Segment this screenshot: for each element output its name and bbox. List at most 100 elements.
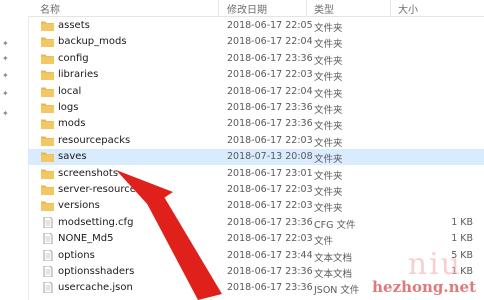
file-icon (41, 266, 54, 277)
file-name: local (58, 85, 82, 97)
file-type: 文件夹 (314, 203, 343, 215)
watermark-text: hezhong.net (372, 278, 476, 296)
file-name: usercache.json (58, 282, 133, 294)
pin-icon[interactable]: ✦ (2, 72, 10, 80)
folder-row[interactable]: assets 2018-06-17 22:05 文件夹 (28, 18, 484, 34)
folder-row[interactable]: versions 2018-06-17 22:03 文件夹 (28, 198, 484, 214)
folder-row[interactable]: libraries 2018-06-17 22:03 文件夹 (28, 67, 484, 83)
file-name: libraries (58, 69, 99, 81)
file-type: 文件夹 (314, 105, 343, 116)
navigation-pane: ✦ ✦ ✦ ✦ ✦ (0, 0, 29, 300)
watermark-logo: niu (407, 247, 462, 282)
file-icon (41, 216, 54, 228)
file-type: 文件夹 (314, 187, 343, 198)
file-icon (41, 282, 54, 294)
folder-icon (41, 151, 54, 163)
folder-row[interactable]: local 2018-06-17 22:04 文件夹 (28, 84, 484, 100)
file-type: 文件夹 (314, 121, 343, 133)
file-name: NONE_Md5 (58, 233, 114, 245)
column-divider[interactable] (218, 0, 219, 16)
modified-date: 2018-06-17 22:03 (227, 69, 313, 81)
folder-row[interactable]: saves 2018-07-13 20:08 文件夹 (28, 149, 484, 166)
file-name: versions (58, 200, 100, 212)
file-name: config (58, 52, 89, 64)
file-size: 1 KB (451, 216, 473, 228)
folder-row[interactable]: mods 2018-06-17 23:36 文件夹 (28, 116, 484, 132)
folder-icon (41, 53, 54, 64)
pin-icon[interactable]: ✦ (2, 55, 10, 63)
modified-date: 2018-06-17 22:03 (227, 134, 313, 146)
file-type: 文本文档 (314, 269, 353, 280)
folder-icon (41, 69, 54, 81)
file-type: CFG 文件 (314, 219, 356, 231)
modified-date: 2018-06-17 23:01 (227, 167, 313, 179)
column-header-type[interactable]: 类型 (314, 1, 334, 16)
file-type: 文件夹 (314, 39, 343, 51)
modified-date: 2018-06-17 22:04 (227, 85, 313, 97)
folder-icon (41, 184, 54, 195)
file-name: options (58, 249, 95, 261)
file-type: 文件夹 (314, 55, 343, 67)
folder-icon (41, 135, 54, 146)
file-row[interactable]: NONE_Md5 2018-06-17 22:03 文件 1 KB (28, 231, 484, 247)
file-type: JSON 文件 (314, 285, 360, 297)
folder-row[interactable]: resourcepacks 2018-06-17 22:03 文件夹 (28, 133, 484, 149)
file-name: backup_mods (58, 36, 127, 48)
file-row[interactable]: modsetting.cfg 2018-06-17 23:36 CFG 文件 1 KB (28, 215, 484, 231)
folder-icon (41, 20, 54, 31)
column-header-name[interactable]: 名称 (40, 1, 60, 16)
file-type: 文件夹 (314, 154, 343, 166)
file-type: 文件夹 (314, 137, 343, 149)
folder-icon (41, 86, 54, 97)
file-type: 文件夹 (314, 23, 343, 34)
modified-date: 2018-06-17 22:03 (227, 184, 313, 195)
modified-date: 2018-06-17 22:05 (227, 20, 313, 31)
folder-row[interactable]: backup_mods 2018-06-17 22:04 文件夹 (28, 34, 484, 50)
modified-date: 2018-06-17 23:36 (227, 102, 313, 113)
pin-icon[interactable]: ✦ (2, 90, 10, 98)
modified-date: 2018-06-17 23:36 (227, 282, 313, 294)
folder-row[interactable]: screenshots 2018-06-17 23:01 文件夹 (28, 166, 484, 182)
file-name: modsetting.cfg (58, 216, 134, 228)
column-divider[interactable] (306, 0, 307, 16)
modified-date: 2018-06-17 23:36 (227, 266, 313, 277)
modified-date: 2018-06-17 23:36 (227, 216, 313, 228)
column-header-date[interactable]: 修改日期 (227, 1, 267, 16)
modified-date: 2018-06-17 23:36 (227, 52, 313, 64)
file-size: 1 KB (451, 233, 473, 245)
folder-row[interactable]: server-resource 2018-06-17 22:03 文件夹 (28, 182, 484, 198)
folder-row[interactable]: config 2018-06-17 23:36 文件夹 (28, 51, 484, 67)
pin-icon[interactable]: ✦ (2, 110, 10, 118)
file-name: resourcepacks (58, 134, 131, 146)
file-type: 文件 (314, 236, 334, 248)
modified-date: 2018-06-17 22:03 (227, 233, 313, 245)
column-divider[interactable] (390, 0, 391, 16)
folder-icon (41, 200, 54, 212)
pin-icon[interactable]: ✦ (2, 40, 10, 48)
modified-date: 2018-06-17 22:03 (227, 200, 313, 212)
file-name: assets (58, 20, 90, 31)
file-icon (41, 233, 54, 245)
file-name: optionsshaders (58, 266, 135, 277)
folder-icon (41, 168, 54, 179)
file-type: 文件夹 (314, 88, 343, 100)
file-name: saves (58, 151, 87, 163)
column-header-size[interactable]: 大小 (398, 1, 418, 16)
folder-row[interactable]: logs 2018-06-17 23:36 文件夹 (28, 100, 484, 116)
file-name: mods (58, 118, 86, 130)
file-type: 文本文档 (314, 252, 353, 264)
modified-date: 2018-06-17 23:36 (227, 118, 313, 130)
file-type: 文件夹 (314, 170, 343, 182)
file-name: screenshots (58, 167, 119, 179)
file-type: 文件夹 (314, 72, 343, 84)
column-header: 名称 修改日期 类型 大小 (28, 0, 484, 17)
file-icon (41, 249, 54, 261)
modified-date: 2018-07-13 20:08 (227, 151, 313, 163)
folder-icon (41, 102, 54, 113)
modified-date: 2018-06-17 23:44 (227, 249, 313, 261)
folder-icon (41, 36, 54, 48)
folder-icon (41, 118, 54, 130)
file-name: server-resource (58, 184, 136, 195)
modified-date: 2018-06-17 22:04 (227, 36, 313, 48)
file-name: logs (58, 102, 79, 113)
